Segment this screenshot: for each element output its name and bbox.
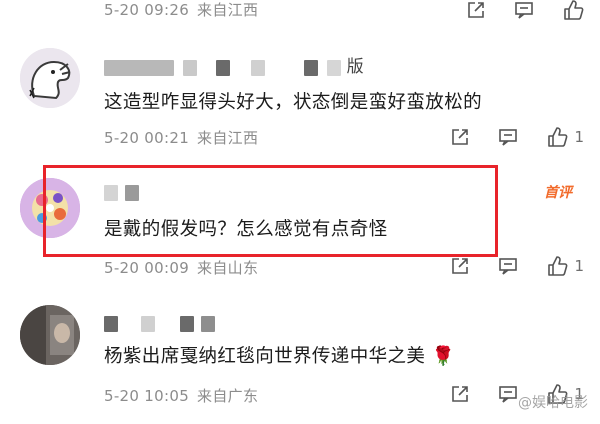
- first-comment-badge: 首评: [544, 185, 572, 201]
- comment-icon: [499, 129, 518, 146]
- avatar[interactable]: [20, 305, 80, 365]
- username[interactable]: [104, 313, 216, 335]
- share-button[interactable]: [450, 127, 470, 147]
- comment-text: 这造型咋显得头好大，状态倒是蛮好蛮放松的: [104, 92, 483, 113]
- thumbs-up-icon: [548, 256, 568, 276]
- comment-time: 5-20 00:21: [104, 129, 190, 147]
- avatar-image: [20, 305, 80, 365]
- comment-location: 来自广东: [197, 387, 259, 405]
- username[interactable]: 版: [104, 52, 364, 77]
- like-button[interactable]: 1: [546, 126, 584, 148]
- reply-button[interactable]: [498, 127, 518, 147]
- share-icon: [452, 258, 469, 274]
- comment-actions: 1: [422, 255, 584, 277]
- thumbs-up-icon: [564, 0, 584, 20]
- comment-location: 来自江西: [197, 1, 259, 19]
- like-count: 1: [574, 257, 584, 275]
- avatar[interactable]: [20, 48, 80, 108]
- like-count: 1: [574, 128, 584, 146]
- comment-time: 5-20 00:09: [104, 259, 190, 277]
- share-icon: [452, 386, 469, 402]
- avatar-image: [20, 48, 80, 108]
- share-icon: [452, 129, 469, 145]
- comment-actions: [438, 0, 584, 21]
- like-button[interactable]: 1: [546, 255, 584, 277]
- username-visible-text: 版: [346, 57, 364, 77]
- comment-text: 杨紫出席戛纳红毯向世界传递中华之美 🌹: [104, 346, 456, 367]
- comment-icon: [499, 386, 518, 403]
- comment-location: 来自江西: [197, 129, 259, 147]
- comment-meta: 5-20 10:05 来自广东: [104, 385, 258, 406]
- comment-icon: [515, 2, 533, 19]
- comment-meta: 5-20 00:21 来自江西: [104, 127, 258, 148]
- reply-button[interactable]: [514, 0, 534, 20]
- share-button[interactable]: [450, 256, 470, 276]
- thumbs-up-icon: [548, 127, 568, 147]
- like-button[interactable]: [562, 0, 584, 21]
- share-button[interactable]: [466, 0, 486, 20]
- reply-button[interactable]: [498, 384, 518, 404]
- reply-button[interactable]: [498, 256, 518, 276]
- share-button[interactable]: [450, 384, 470, 404]
- comment-location: 来自山东: [197, 259, 259, 277]
- comment-actions: 1: [422, 126, 584, 148]
- comment-icon: [499, 258, 518, 275]
- share-icon: [468, 2, 484, 18]
- comment-time: 5-20 09:26: [104, 1, 190, 19]
- comment-meta: 5-20 00:09 来自山东: [104, 257, 258, 278]
- highlight-box: [43, 165, 498, 257]
- watermark: @娱哈电影: [518, 395, 588, 411]
- comment-meta: 5-20 09:26 来自江西: [104, 0, 258, 20]
- comment-time: 5-20 10:05: [104, 387, 190, 405]
